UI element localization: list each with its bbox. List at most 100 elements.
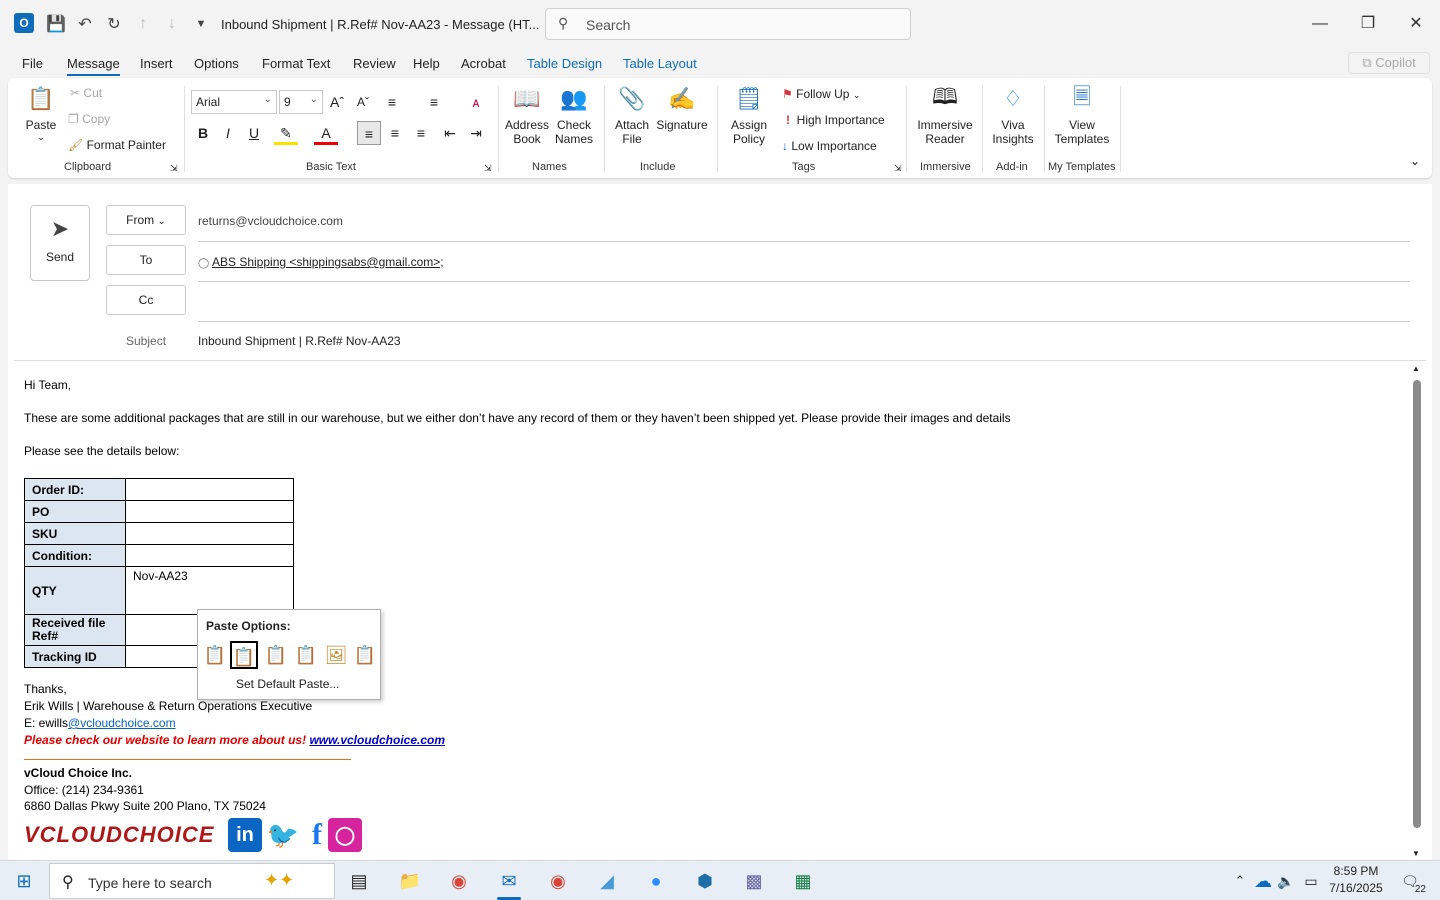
italic-icon[interactable]: I	[216, 121, 240, 145]
align-center-icon[interactable]: ≡	[383, 121, 407, 145]
keep-source-formatting-icon[interactable]: 📋	[201, 641, 229, 669]
bold-icon[interactable]: B	[191, 121, 215, 145]
copilot-button[interactable]: ⧉ Copilot	[1348, 52, 1430, 74]
decrease-indent-icon[interactable]: ⇤	[438, 121, 462, 145]
assign-policy-button[interactable]: 🗒 Assign Policy	[724, 84, 774, 146]
tab-table-layout[interactable]: Table Layout	[623, 56, 697, 71]
tab-table-design[interactable]: Table Design	[527, 56, 602, 71]
table-cell[interactable]: Condition:	[24, 544, 126, 567]
redo-icon[interactable]: ↻	[103, 13, 125, 35]
table-cell[interactable]: SKU	[24, 522, 126, 545]
high-importance-button[interactable]: ! High Importance	[786, 113, 885, 127]
align-right-icon[interactable]: ≡	[409, 121, 433, 145]
tab-review[interactable]: Review	[353, 56, 396, 71]
chrome-profile-icon[interactable]: ◉	[542, 867, 574, 895]
table-cell[interactable]	[125, 544, 294, 567]
body-scrollbar[interactable]: ▲ ▼	[1410, 364, 1424, 858]
search-box[interactable]: ⚲ Search	[545, 8, 911, 40]
minimize-button[interactable]: —	[1305, 10, 1335, 38]
check-names-button[interactable]: 👥 Check Names	[552, 84, 596, 146]
website-link[interactable]: www.vcloudchoice.com	[309, 733, 445, 747]
cc-button[interactable]: Cc	[106, 285, 186, 315]
table-cell[interactable]: QTY	[24, 566, 126, 615]
dialog-launcher-icon[interactable]: ⇲	[894, 163, 902, 174]
chrome-icon[interactable]: ◉	[443, 867, 475, 895]
teams-icon[interactable]: ▩	[738, 867, 770, 895]
tab-file[interactable]: File	[22, 56, 43, 71]
link-and-keep-formatting-icon[interactable]: 📋	[292, 641, 320, 669]
tab-help[interactable]: Help	[413, 56, 440, 71]
table-cell[interactable]: PO	[24, 500, 126, 523]
tab-options[interactable]: Options	[194, 56, 239, 71]
to-field[interactable]: ◯ ABS Shipping <shippingsabs@gmail.com>;	[198, 255, 444, 269]
zoom-icon[interactable]: ●	[640, 867, 672, 895]
collapse-ribbon-icon[interactable]: ⌄	[1410, 154, 1420, 168]
dialog-launcher-icon[interactable]: ⇲	[170, 163, 178, 174]
immersive-reader-button[interactable]: 🕮 Immersive Reader	[914, 84, 976, 146]
numbering-icon[interactable]: ≡	[422, 90, 446, 114]
tab-acrobat[interactable]: Acrobat	[461, 56, 506, 71]
task-view-icon[interactable]: ▤	[343, 867, 375, 895]
table-cell[interactable]: Nov-AA23	[125, 566, 294, 615]
increase-indent-icon[interactable]: ⇥	[464, 121, 488, 145]
align-left-icon[interactable]: ≡	[357, 121, 381, 145]
view-templates-button[interactable]: 🗏 View Templates	[1050, 84, 1114, 146]
highlight-icon[interactable]: ✎	[274, 121, 298, 145]
windows-start-icon[interactable]: ⊞	[8, 867, 40, 895]
previous-item-icon[interactable]: ↑	[132, 13, 154, 35]
copy-button[interactable]: ❐ Copy	[68, 112, 110, 126]
address-book-button[interactable]: 📖 Address Book	[504, 84, 550, 146]
table-cell[interactable]: Tracking ID	[24, 645, 126, 668]
font-color-icon[interactable]: A	[314, 121, 338, 145]
file-explorer-icon[interactable]: 📁	[394, 867, 426, 895]
table-cell[interactable]	[125, 522, 294, 545]
grow-font-icon[interactable]: Aˆ	[325, 90, 349, 114]
save-icon[interactable]: 💾	[45, 13, 67, 35]
network-icon[interactable]: ▭	[1295, 867, 1327, 895]
email-link[interactable]: @vcloudchoice.com	[68, 716, 176, 730]
scroll-up-icon[interactable]: ▲	[1412, 364, 1420, 373]
font-size-combo[interactable]: 9 ⌄	[279, 90, 323, 114]
follow-up-button[interactable]: ⚑ Follow Up ⌄	[782, 87, 860, 101]
tab-format-text[interactable]: Format Text	[262, 56, 330, 71]
app-icon[interactable]: ◢	[591, 867, 623, 895]
keep-text-only-icon[interactable]: 📋	[351, 641, 379, 669]
excel-icon[interactable]: ▦	[787, 867, 819, 895]
signature-button[interactable]: ✍ Signature	[655, 84, 709, 132]
restore-button[interactable]: ❐	[1353, 10, 1383, 38]
outlook-taskbar-icon[interactable]: ✉	[493, 867, 525, 900]
app-icon[interactable]: ⬢	[689, 867, 721, 895]
attach-file-button[interactable]: 📎 Attach File	[611, 84, 653, 146]
scroll-thumb[interactable]	[1413, 380, 1421, 828]
recipient-chip[interactable]: ABS Shipping <shippingsabs@gmail.com>;	[212, 255, 444, 269]
tab-message[interactable]: Message	[67, 56, 120, 76]
table-cell[interactable]	[125, 478, 294, 501]
undo-icon[interactable]: ↶	[74, 13, 96, 35]
to-button[interactable]: To	[106, 245, 186, 275]
low-importance-button[interactable]: ↓ Low Importance	[782, 139, 877, 153]
taskbar-search[interactable]: ⚲ Type here to search ✦✦	[49, 863, 335, 899]
set-default-paste-item[interactable]: Set Default Paste...	[236, 677, 339, 691]
scroll-down-icon[interactable]: ▼	[1412, 849, 1420, 858]
merge-formatting-icon[interactable]: 📋	[230, 641, 258, 669]
instagram-icon[interactable]: ◯	[328, 818, 362, 852]
table-cell[interactable]	[125, 500, 294, 523]
paste-button[interactable]: 📋 Paste ⌄	[22, 84, 60, 143]
cut-button[interactable]: ✂ Cut	[70, 86, 102, 100]
from-button[interactable]: From ⌄	[106, 205, 186, 235]
paste-picture-icon[interactable]: 🖼	[322, 641, 350, 669]
twitter-icon[interactable]: 🐦	[266, 818, 300, 852]
bullets-icon[interactable]: ≡	[380, 90, 404, 114]
shrink-font-icon[interactable]: Aˇ	[351, 90, 375, 114]
subject-field[interactable]: Inbound Shipment | R.Ref# Nov-AA23	[198, 334, 401, 348]
next-item-icon[interactable]: ↓	[161, 13, 183, 35]
dialog-launcher-icon[interactable]: ⇲	[484, 163, 492, 174]
font-name-combo[interactable]: Arial ⌄	[191, 90, 277, 114]
clock[interactable]: 8:59 PM 7/16/2025	[1326, 863, 1386, 897]
format-painter-button[interactable]: 🖌 Format Painter	[68, 138, 166, 152]
table-cell[interactable]: Received file Ref#	[24, 614, 126, 646]
tab-insert[interactable]: Insert	[140, 56, 173, 71]
use-destination-styles-icon[interactable]: 📋	[262, 641, 290, 669]
viva-insights-button[interactable]: ♢ Viva Insights	[988, 84, 1038, 146]
customize-toolbar-icon[interactable]: ▼	[190, 13, 212, 35]
